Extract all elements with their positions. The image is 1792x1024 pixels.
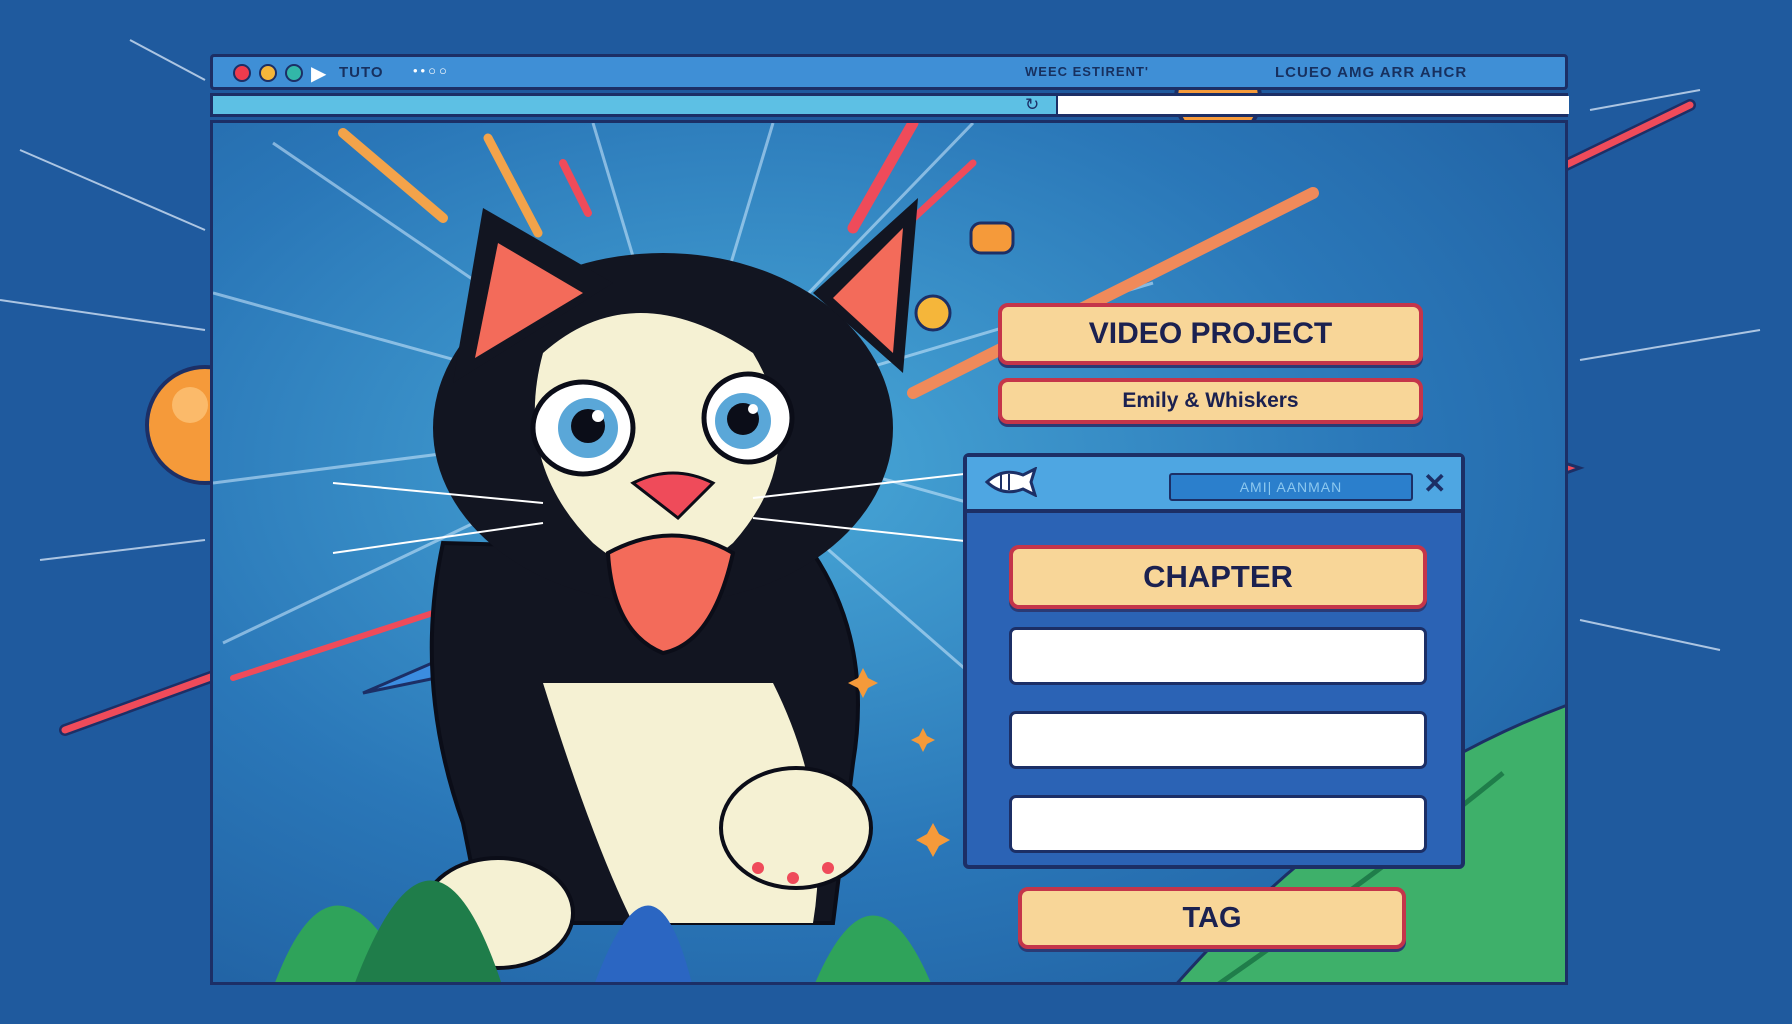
chapter-panel: AMI| AANMAN ✕ CHAPTER bbox=[963, 453, 1465, 869]
close-icon[interactable]: ✕ bbox=[1423, 467, 1446, 500]
panel-search-input[interactable]: AMI| AANMAN bbox=[1169, 473, 1413, 501]
refresh-icon[interactable]: ↻ bbox=[1025, 95, 1039, 115]
minimize-dot[interactable] bbox=[259, 64, 277, 82]
panel-header: AMI| AANMAN ✕ bbox=[967, 457, 1461, 513]
title-left: TUTO bbox=[339, 64, 384, 81]
chapter-field-1[interactable] bbox=[1009, 627, 1427, 685]
chapter-field-2[interactable] bbox=[1009, 711, 1427, 769]
title-dots: ••○○ bbox=[413, 63, 450, 78]
video-viewport: VIDEO PROJECT Emily & Whiskers AMI| AANM… bbox=[210, 120, 1568, 985]
chapter-button[interactable]: CHAPTER bbox=[1009, 545, 1427, 609]
maximize-dot[interactable] bbox=[285, 64, 303, 82]
app-window: ▶ TUTO ••○○ WEEC ESTIRENT' LCUEO AMG ARR… bbox=[210, 54, 1569, 985]
project-subtitle: Emily & Whiskers bbox=[1122, 389, 1299, 412]
tag-button[interactable]: TAG bbox=[1018, 887, 1406, 949]
title-right: LCUEO AMG ARR AHCR bbox=[1275, 64, 1468, 81]
fish-icon[interactable] bbox=[983, 467, 1037, 497]
chapter-field-3[interactable] bbox=[1009, 795, 1427, 853]
address-input[interactable] bbox=[1056, 96, 1569, 114]
title-middle: WEEC ESTIRENT' bbox=[1025, 64, 1149, 79]
close-dot[interactable] bbox=[233, 64, 251, 82]
address-bar[interactable]: ↻ bbox=[210, 93, 1569, 117]
play-icon[interactable]: ▶ bbox=[311, 61, 326, 86]
project-title-card[interactable]: VIDEO PROJECT bbox=[998, 303, 1423, 365]
project-title: VIDEO PROJECT bbox=[1088, 317, 1333, 350]
title-bar: ▶ TUTO ••○○ WEEC ESTIRENT' LCUEO AMG ARR… bbox=[210, 54, 1568, 90]
tag-label: TAG bbox=[1182, 902, 1242, 934]
project-subtitle-card[interactable]: Emily & Whiskers bbox=[998, 378, 1423, 424]
chapter-label: CHAPTER bbox=[1143, 559, 1293, 594]
